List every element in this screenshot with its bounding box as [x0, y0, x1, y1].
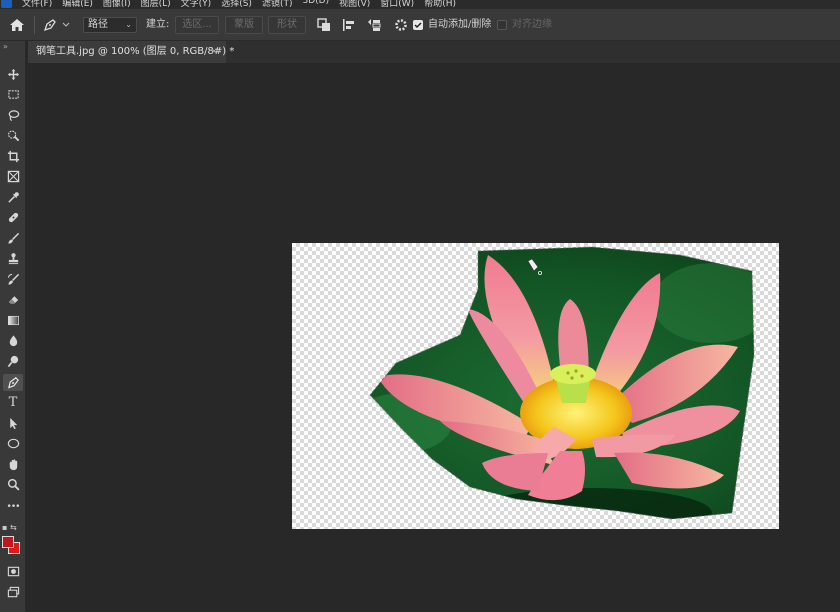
lasso-tool[interactable] — [3, 107, 23, 124]
color-swatches: ▪ ⇆ — [0, 523, 26, 563]
foreground-color-swatch[interactable] — [2, 536, 14, 548]
chevron-down-icon: ⌄ — [125, 20, 132, 29]
history-brush-tool[interactable] — [3, 271, 23, 288]
menu-filter[interactable]: 滤镜(T) — [262, 0, 293, 9]
menu-3d[interactable]: 3D(D) — [302, 0, 329, 9]
ellipse-icon — [7, 438, 19, 449]
ellipse-tool[interactable] — [3, 435, 23, 452]
make-mask-button[interactable]: 蒙版 — [225, 16, 263, 34]
cutout-lotus-image[interactable] — [292, 243, 779, 529]
quick-mask-button[interactable] — [3, 563, 23, 580]
move-icon — [7, 68, 19, 81]
clone-stamp-tool[interactable] — [3, 250, 23, 267]
photoshop-logo-icon[interactable] — [1, 0, 12, 8]
menu-image[interactable]: 图像(I) — [103, 0, 131, 9]
gradient-tool[interactable] — [3, 312, 23, 329]
pen-tool[interactable] — [3, 374, 23, 391]
magnifier-icon — [7, 478, 20, 491]
align-edges-checkbox[interactable] — [497, 20, 507, 30]
frame-tool[interactable] — [3, 168, 23, 185]
menu-help[interactable]: 帮助(H) — [424, 0, 456, 9]
home-icon[interactable] — [9, 18, 25, 32]
dodge-tool[interactable] — [3, 353, 23, 370]
tools-panel: » T ••• ▪ ⇆ — [0, 41, 26, 612]
zoom-tool[interactable] — [3, 476, 23, 493]
screen-mode-button[interactable] — [3, 584, 23, 601]
menu-type[interactable]: 文字(Y) — [181, 0, 212, 9]
history-brush-icon — [7, 273, 19, 285]
path-arrangement-icon[interactable] — [366, 17, 382, 33]
pen-tool-preset-picker[interactable] — [42, 17, 70, 33]
hand-tool[interactable] — [3, 456, 23, 473]
quick-mask-icon — [7, 566, 19, 577]
path-operations-icon[interactable] — [316, 17, 332, 33]
frame-icon — [7, 170, 19, 183]
auto-add-delete-checkbox[interactable] — [413, 20, 423, 30]
healing-brush-tool[interactable] — [3, 209, 23, 226]
menu-items: 文件(F) 编辑(E) 图像(I) 图层(L) 文字(Y) 选择(S) 滤镜(T… — [22, 0, 456, 9]
quick-selection-tool[interactable] — [3, 127, 23, 144]
eraser-icon — [8, 296, 18, 304]
auto-add-delete-label: 自动添加/删除 — [428, 19, 492, 30]
options-bar: 路径 ⌄ 建立: 选区... 蒙版 形状 自动添加/删除 对齐边缘 — [0, 9, 840, 41]
document-tab[interactable]: 钢笔工具.jpg @ 100% (图层 0, RGB/8#) * × — [28, 41, 234, 63]
pen-icon — [43, 19, 70, 32]
screen-mode-icon — [7, 586, 19, 598]
menu-window[interactable]: 窗口(W) — [380, 0, 414, 9]
document-tab-bar: 钢笔工具.jpg @ 100% (图层 0, RGB/8#) * × — [28, 41, 840, 63]
water-drop-icon — [9, 335, 17, 347]
more-icon: ••• — [6, 501, 21, 512]
stamp-icon — [8, 253, 18, 265]
swap-colors-icon[interactable]: ▪ ⇆ — [2, 523, 17, 532]
menu-view[interactable]: 视图(V) — [339, 0, 370, 9]
separator — [34, 16, 35, 34]
edit-toolbar-button[interactable]: ••• — [3, 498, 23, 515]
arrow-pointer-icon — [9, 417, 17, 430]
crop-icon — [7, 150, 19, 163]
path-alignment-icon[interactable] — [341, 17, 357, 33]
tool-mode-value: 路径 — [88, 19, 108, 30]
marquee-tool[interactable] — [3, 86, 23, 103]
document-tab-title: 钢笔工具.jpg @ 100% (图层 0, RGB/8#) * — [36, 46, 235, 57]
rectangle-marquee-icon — [7, 90, 19, 99]
menu-select[interactable]: 选择(S) — [221, 0, 252, 9]
document-canvas[interactable] — [292, 243, 779, 529]
crop-tool[interactable] — [3, 148, 23, 165]
canvas-workspace[interactable] — [27, 63, 840, 612]
menu-bar: 文件(F) 编辑(E) 图像(I) 图层(L) 文字(Y) 选择(S) 滤镜(T… — [0, 0, 840, 9]
bandage-icon — [8, 212, 18, 223]
align-edges-label: 对齐边缘 — [512, 19, 552, 30]
blur-tool[interactable] — [3, 332, 23, 349]
menu-edit[interactable]: 编辑(E) — [62, 0, 93, 9]
menu-file[interactable]: 文件(F) — [22, 0, 52, 9]
dodge-icon — [7, 355, 18, 368]
pen-icon — [7, 377, 19, 389]
checkmark-icon — [414, 22, 422, 29]
brush-icon — [7, 232, 19, 244]
tool-mode-select[interactable]: 路径 ⌄ — [83, 17, 137, 33]
menu-layer[interactable]: 图层(L) — [141, 0, 171, 9]
eyedropper-tool[interactable] — [3, 189, 23, 206]
gear-icon[interactable] — [393, 17, 409, 33]
type-icon: T — [8, 395, 18, 410]
path-selection-tool[interactable] — [3, 415, 23, 432]
make-selection-button[interactable]: 选区... — [175, 16, 219, 34]
type-tool[interactable]: T — [3, 394, 23, 411]
collapse-panel-icon[interactable]: » — [3, 42, 8, 51]
make-shape-button[interactable]: 形状 — [268, 16, 306, 34]
eyedropper-icon — [7, 192, 19, 203]
hand-icon — [9, 459, 17, 471]
move-tool[interactable] — [3, 66, 23, 83]
quick-selection-icon — [7, 130, 19, 142]
brush-tool[interactable] — [3, 230, 23, 247]
close-icon[interactable]: × — [210, 41, 218, 63]
eraser-tool[interactable] — [3, 291, 23, 308]
lasso-icon — [8, 110, 19, 122]
make-label: 建立: — [146, 19, 170, 30]
gradient-icon — [7, 315, 19, 326]
